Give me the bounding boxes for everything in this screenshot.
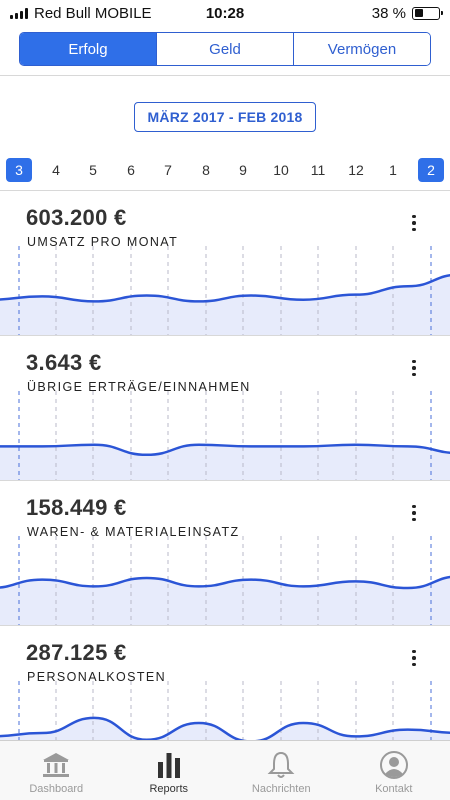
report-card[interactable]: 603.200 € UMSATZ PRO MONAT [0,191,450,336]
segment-vermoegen[interactable]: Vermögen [293,33,430,65]
card-label: WAREN- & MATERIALEINSATZ [27,525,240,539]
tab-reports[interactable]: Reports [113,741,226,800]
month-chip[interactable]: 8 [193,158,219,182]
bank-icon [43,753,70,777]
more-options-icon[interactable] [404,648,424,668]
segment-geld[interactable]: Geld [156,33,293,65]
tab-label: Dashboard [29,783,84,795]
report-type-switch: Erfolg Geld Vermögen [19,32,431,66]
tab-label: Kontakt [375,783,413,795]
card-label: UMSATZ PRO MONAT [27,235,179,249]
bar-chart-icon [157,753,180,778]
tab-dashboard[interactable]: Dashboard [0,741,113,800]
month-selector: 3 4 5 6 7 8 9 10 11 12 1 2 [0,158,450,182]
month-chip[interactable]: 9 [230,158,256,182]
month-chip[interactable]: 4 [43,158,69,182]
more-options-icon[interactable] [404,213,424,233]
report-card[interactable]: 158.449 € WAREN- & MATERIALEINSATZ [0,481,450,626]
more-options-icon[interactable] [404,358,424,378]
battery-icon [412,6,443,20]
sparkline-area [0,275,450,335]
card-amount: 603.200 € [26,205,127,230]
status-bar: Red Bull MOBILE 10:28 38 % [0,0,450,26]
sparkline-area [0,444,450,480]
month-chip[interactable]: 10 [268,158,294,182]
card-label: ÜBRIGE ERTRÄGE/EINNAHMEN [27,380,251,394]
tab-kontakt[interactable]: Kontakt [338,741,450,800]
bell-icon [267,751,295,778]
month-chip[interactable]: 5 [80,158,106,182]
month-chip[interactable]: 6 [118,158,144,182]
month-chip[interactable]: 11 [305,158,331,182]
month-chip[interactable]: 12 [343,158,369,182]
more-options-icon[interactable] [404,503,424,523]
month-chip[interactable]: 1 [380,158,406,182]
month-chip[interactable]: 7 [155,158,181,182]
card-amount: 287.125 € [26,640,127,665]
month-chip[interactable]: 3 [6,158,32,182]
report-card[interactable]: 3.643 € ÜBRIGE ERTRÄGE/EINNAHMEN [0,336,450,481]
tab-nachrichten[interactable]: Nachrichten [225,741,338,800]
carrier-name: Red Bull MOBILE [34,4,152,22]
tab-bar: Dashboard Reports Nachrichten Kontakt [0,740,450,800]
app-screen: Red Bull MOBILE 10:28 38 % Erfolg Geld V… [0,0,450,800]
card-amount: 158.449 € [26,495,127,520]
month-chip[interactable]: 2 [418,158,444,182]
divider [0,75,450,76]
signal-icon [10,7,28,19]
battery-percent: 38 % [371,4,406,22]
card-amount: 3.643 € [26,350,102,375]
person-icon [379,751,408,779]
period-selector-button[interactable]: MÄRZ 2017 - FEB 2018 [133,102,317,132]
tab-label: Nachrichten [251,783,311,795]
card-label: PERSONALKOSTEN [27,670,167,684]
segment-erfolg[interactable]: Erfolg [20,33,156,65]
tab-label: Reports [149,783,189,795]
